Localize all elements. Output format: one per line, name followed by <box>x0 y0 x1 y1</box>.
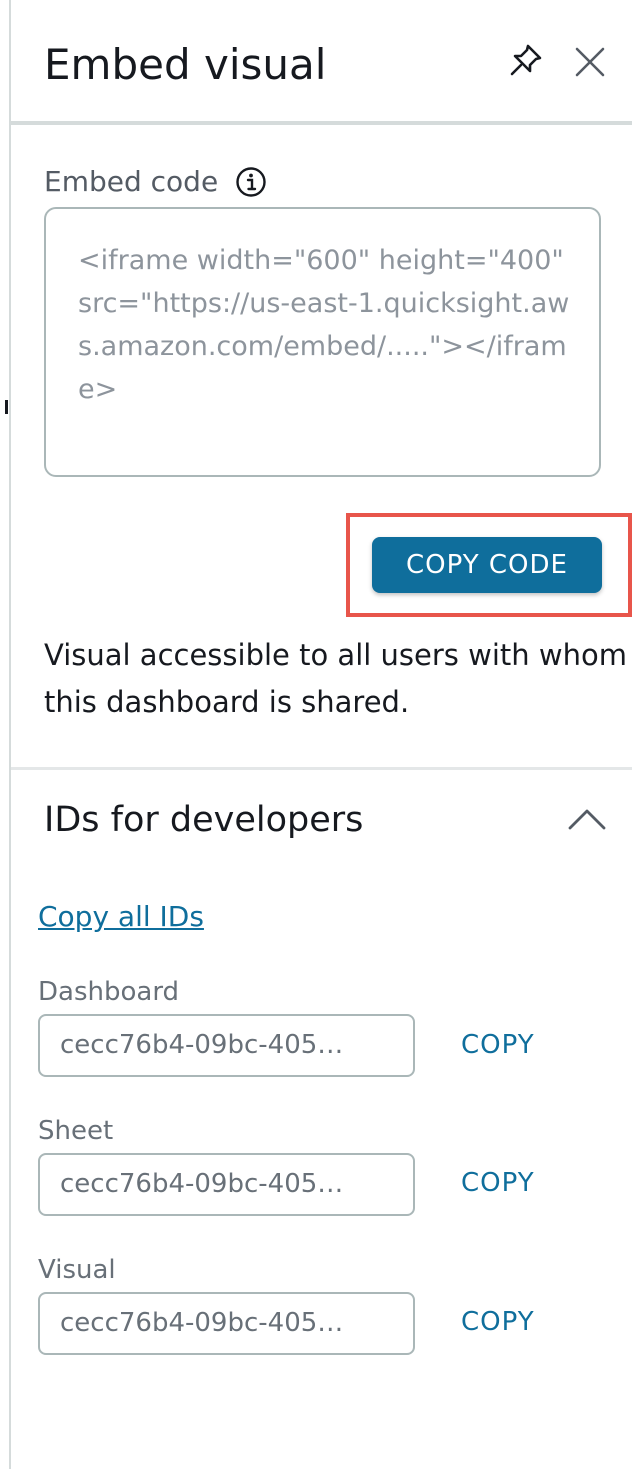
visual-id-label: Visual <box>38 1255 116 1285</box>
access-note-line: this dashboard is shared. <box>44 685 410 719</box>
embed-code-textarea[interactable]: <iframe width="600" height="400" src="ht… <box>44 207 601 477</box>
resize-handle[interactable] <box>5 400 8 414</box>
developers-section-title: IDs for developers <box>44 800 364 840</box>
sheet-id-label: Sheet <box>38 1116 114 1146</box>
access-note: Visual accessible to all users with whom… <box>44 632 632 726</box>
access-note-line: Visual accessible to all users with whom <box>44 638 627 672</box>
copy-visual-id-button[interactable]: COPY <box>461 1302 535 1342</box>
dashboard-id-field[interactable]: cecc76b4-09bc-405… <box>38 1014 415 1077</box>
copy-code-button[interactable]: COPY CODE <box>372 537 602 593</box>
panel-left-border <box>9 0 11 1469</box>
embed-code-label: Embed code <box>44 165 219 198</box>
header-divider <box>11 121 632 125</box>
panel-title: Embed visual <box>44 40 327 89</box>
copy-all-ids-link[interactable]: Copy all IDs <box>38 897 204 937</box>
visual-id-field[interactable]: cecc76b4-09bc-405… <box>38 1292 415 1355</box>
close-icon[interactable] <box>572 44 608 80</box>
section-divider <box>11 767 632 770</box>
pin-icon[interactable] <box>506 40 546 80</box>
sheet-id-field[interactable]: cecc76b4-09bc-405… <box>38 1153 415 1216</box>
embed-visual-panel: Embed visual Embed code <iframe width="6… <box>0 0 632 1469</box>
info-icon[interactable] <box>235 166 267 198</box>
copy-dashboard-id-button[interactable]: COPY <box>461 1025 535 1065</box>
chevron-up-icon[interactable] <box>566 804 608 834</box>
copy-sheet-id-button[interactable]: COPY <box>461 1163 535 1203</box>
dashboard-id-label: Dashboard <box>38 977 180 1007</box>
